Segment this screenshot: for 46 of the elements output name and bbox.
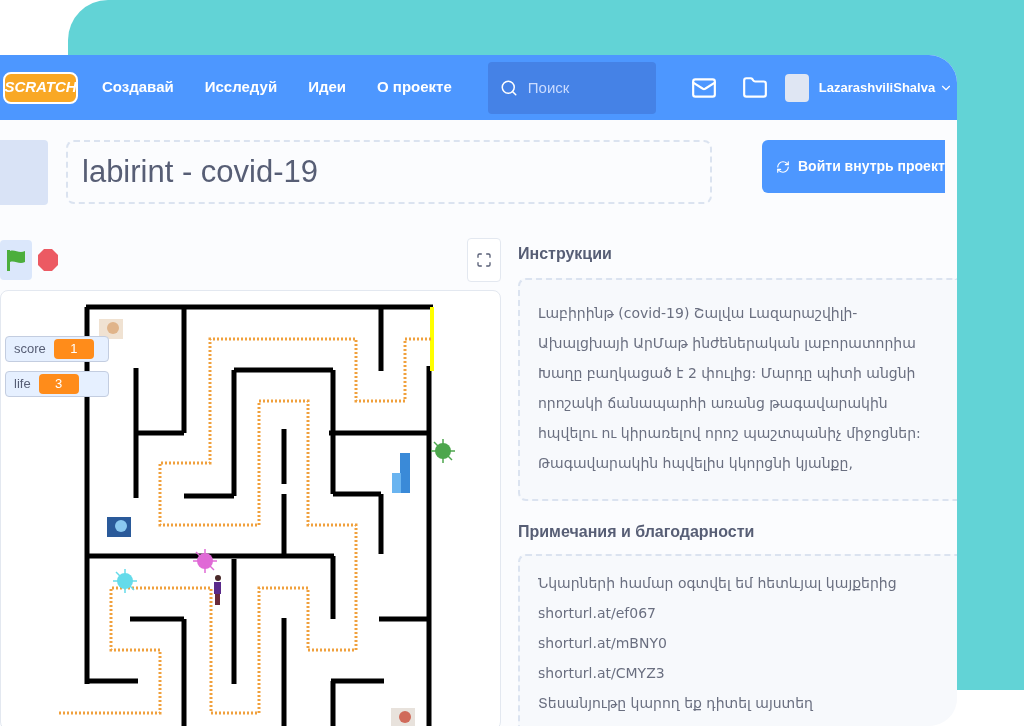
nav-link[interactable]: Исследуй <box>204 76 278 99</box>
instruction-line: Լաբիրինթ (covid-19) Շալվա Լազարաշվիլի- <box>538 304 858 323</box>
flag-icon <box>5 248 27 272</box>
avatar[interactable] <box>784 73 809 102</box>
note-line: shorturl.at/mBNY0 <box>538 634 667 653</box>
nav-link[interactable]: О проекте <box>377 76 452 99</box>
project-avatar <box>0 140 48 205</box>
username[interactable]: LazarashviliShalva <box>818 77 936 98</box>
stop-icon[interactable] <box>37 248 59 272</box>
splat-drawing <box>192 548 218 574</box>
monitor-value: 1 <box>53 339 94 359</box>
note-line: shorturl.at/CMYZ3 <box>538 664 665 683</box>
search-icon <box>499 78 518 97</box>
nav-link[interactable]: Создавай <box>102 76 174 99</box>
instruction-line: Խաղը բաղկացած է 2 փուլից: Մարդը պիտի անցնի <box>538 364 916 383</box>
see-inside-button[interactable]: Войти внутрь проект <box>762 140 945 193</box>
note-line: Նկարների համար օգտվել եմ հետևյալ կայքերից <box>538 574 897 593</box>
section-heading: Инструкции <box>518 244 613 264</box>
refresh-icon <box>776 159 790 174</box>
folder-icon[interactable] <box>741 74 768 101</box>
person-sprite <box>214 575 221 605</box>
splat-drawing <box>112 568 138 594</box>
start-flag-button[interactable] <box>0 240 32 280</box>
monitor-label: life <box>14 375 31 394</box>
monitor-value: 3 <box>38 374 79 394</box>
section-heading: Примечания и благодарности <box>518 522 756 542</box>
instruction-line: Թագավարակին հպվելիս կկորցնի կյանքը, <box>538 454 853 473</box>
title-field[interactable]: labirint - covid-19 <box>66 140 712 204</box>
instruction-line: Ախալցխայի ԱրՄաթ ինժեներական լաբորատորիա <box>538 334 916 353</box>
fullscreen-icon <box>476 252 492 268</box>
stage[interactable]: score 1 life 3 <box>0 290 501 726</box>
note-line: Տեսանյութը կարող եք դիտել այստեղ <box>538 694 813 713</box>
search-field[interactable]: Поиск <box>487 61 656 114</box>
nav-link[interactable]: Идеи <box>308 76 346 99</box>
exit-line <box>430 307 434 371</box>
instruction-line: որոշակի ճանապարհի առանց թագավարակին <box>538 394 888 413</box>
instruction-line: հպվելու ու կիրառելով որոշ պաշտպանիչ միջոցներ: <box>538 424 921 443</box>
fullscreen-button[interactable] <box>467 238 501 282</box>
photo-sprite <box>99 319 123 339</box>
logo[interactable]: SCRATCH <box>3 71 78 104</box>
splat-drawing <box>430 438 456 464</box>
bottle-sprite <box>392 453 410 493</box>
photo-sprite <box>391 708 415 726</box>
photo-sprite <box>107 517 131 537</box>
monitor-label: score <box>14 340 46 359</box>
note-line: shorturl.at/ef067 <box>538 604 656 623</box>
